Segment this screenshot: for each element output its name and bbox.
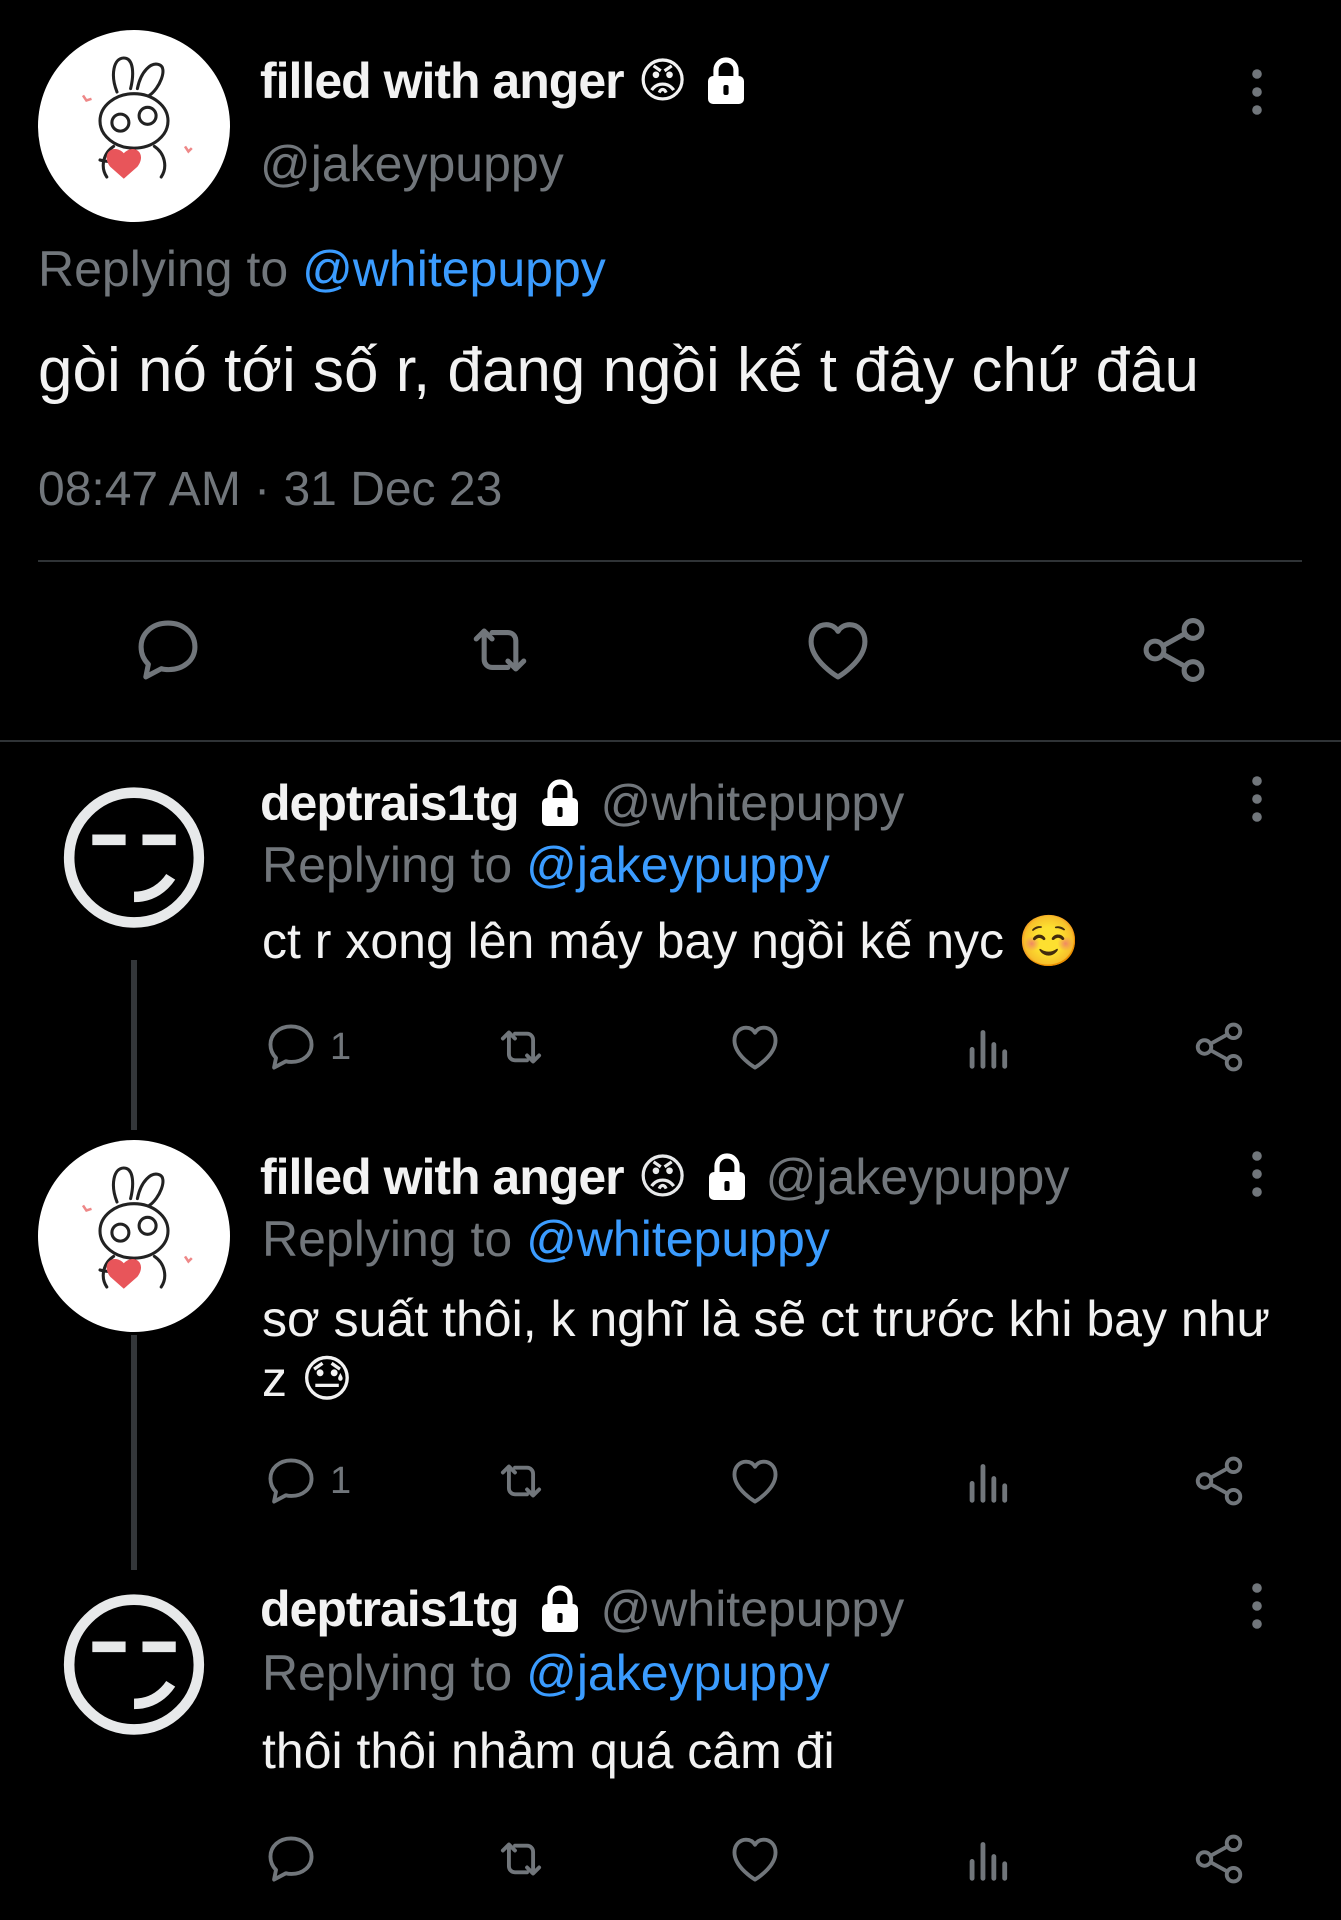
main-replying-to: Replying to @whitepuppy bbox=[38, 241, 606, 297]
thread-line bbox=[131, 960, 137, 1130]
analytics-icon[interactable] bbox=[960, 1830, 1018, 1888]
like-icon[interactable] bbox=[726, 1018, 784, 1076]
more-options-icon[interactable] bbox=[1250, 775, 1264, 823]
share-icon[interactable] bbox=[1190, 1830, 1248, 1888]
reply-avatar[interactable] bbox=[38, 1140, 230, 1332]
lock-icon bbox=[701, 55, 751, 107]
reply-icon[interactable] bbox=[130, 612, 206, 688]
main-display-name-text: filled with anger bbox=[260, 53, 625, 109]
reply-header: deptrais1tg @whitepuppy bbox=[260, 774, 904, 832]
lock-icon bbox=[535, 1583, 585, 1635]
reply-display-name[interactable]: filled with anger bbox=[260, 1148, 625, 1206]
reply-icon[interactable]: 1 bbox=[262, 1018, 351, 1076]
reply-text: ct r xong lên máy bay ngồi kế nyc ☺️ bbox=[262, 913, 1081, 969]
retweet-icon[interactable] bbox=[492, 1018, 550, 1076]
lock-icon bbox=[702, 1151, 752, 1203]
reply-display-name[interactable]: deptrais1tg bbox=[260, 1580, 520, 1638]
more-options-icon[interactable] bbox=[1250, 68, 1264, 116]
replying-to: Replying to @jakeypuppy bbox=[262, 837, 830, 893]
share-icon[interactable] bbox=[1190, 1018, 1248, 1076]
main-tweet-display-name[interactable]: filled with anger 😡 bbox=[260, 52, 751, 110]
main-reply-mention[interactable]: @whitepuppy bbox=[302, 241, 606, 297]
reply-text: thôi thôi nhảm quá câm đi bbox=[262, 1723, 835, 1779]
reply-mention[interactable]: @jakeypuppy bbox=[526, 1645, 830, 1701]
replying-to: Replying to @jakeypuppy bbox=[262, 1645, 830, 1701]
thread-line bbox=[131, 1335, 137, 1570]
like-icon[interactable] bbox=[726, 1830, 784, 1888]
angry-face-icon: 😡 bbox=[637, 1151, 688, 1204]
smirking-face-icon: 😏 bbox=[50, 771, 218, 950]
main-tweet-handle[interactable]: @jakeypuppy bbox=[260, 135, 564, 193]
reply-header: filled with anger 😡 @jakeypuppy bbox=[260, 1148, 1069, 1206]
like-icon[interactable] bbox=[726, 1452, 784, 1510]
reply-icon[interactable]: 1 bbox=[262, 1452, 351, 1510]
share-icon[interactable] bbox=[1190, 1452, 1248, 1510]
reply-count: 1 bbox=[330, 1459, 352, 1502]
reply-handle[interactable]: @jakeypuppy bbox=[766, 1148, 1070, 1206]
reply-mention[interactable]: @jakeypuppy bbox=[526, 837, 830, 893]
main-tweet-text: gòi nó tới số r, đang ngồi kế t đây chứ … bbox=[38, 336, 1200, 405]
reply-header: deptrais1tg @whitepuppy bbox=[260, 1580, 904, 1638]
smirking-face-icon: 😏 bbox=[50, 1578, 218, 1757]
lock-icon bbox=[535, 777, 585, 829]
main-tweet-avatar[interactable] bbox=[38, 30, 230, 222]
reply-handle[interactable]: @whitepuppy bbox=[601, 1580, 905, 1638]
replying-to: Replying to @whitepuppy bbox=[262, 1211, 830, 1267]
analytics-icon[interactable] bbox=[960, 1018, 1018, 1076]
like-icon[interactable] bbox=[800, 612, 876, 688]
main-tweet-divider bbox=[38, 560, 1302, 562]
more-options-icon[interactable] bbox=[1250, 1582, 1264, 1630]
reply-avatar[interactable]: 😏 bbox=[38, 765, 230, 957]
reply-text-line-1: sơ suất thôi, k nghĩ là sẽ ct trước khi … bbox=[262, 1291, 1270, 1347]
reply-mention[interactable]: @whitepuppy bbox=[526, 1211, 830, 1267]
bunny-avatar-icon bbox=[49, 1151, 219, 1321]
retweet-icon[interactable] bbox=[462, 612, 538, 688]
reply-text-line-2: z 😓 bbox=[262, 1351, 354, 1407]
reply-count: 1 bbox=[330, 1025, 352, 1068]
angry-face-icon: 😡 bbox=[637, 55, 688, 108]
reply-handle[interactable]: @whitepuppy bbox=[601, 774, 905, 832]
main-tweet-timestamp[interactable]: 08:47 AM · 31 Dec 23 bbox=[38, 462, 502, 517]
more-options-icon[interactable] bbox=[1250, 1150, 1264, 1198]
reply-icon[interactable] bbox=[262, 1830, 320, 1888]
reply-avatar[interactable]: 😏 bbox=[38, 1572, 230, 1764]
section-divider bbox=[0, 740, 1341, 742]
reply-display-name[interactable]: deptrais1tg bbox=[260, 774, 520, 832]
retweet-icon[interactable] bbox=[492, 1452, 550, 1510]
retweet-icon[interactable] bbox=[492, 1830, 550, 1888]
analytics-icon[interactable] bbox=[960, 1452, 1018, 1510]
bunny-avatar-icon bbox=[49, 41, 219, 211]
share-icon[interactable] bbox=[1136, 612, 1212, 688]
